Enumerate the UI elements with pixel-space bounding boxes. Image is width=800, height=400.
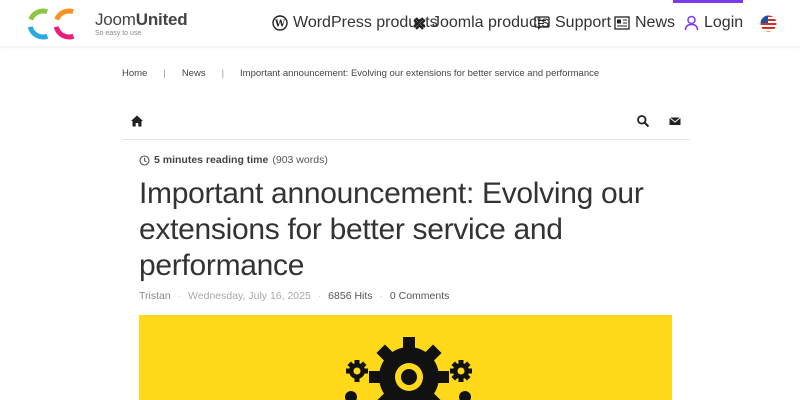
clock-icon — [139, 154, 150, 166]
chat-icon — [534, 15, 550, 30]
article-title: Important announcement: Evolving our ext… — [139, 177, 644, 282]
search-icon[interactable] — [636, 114, 650, 128]
article-hits: 6856 Hits — [328, 290, 373, 302]
meta-separator: · — [379, 290, 383, 302]
nav-joomla-products[interactable]: Joomla products — [412, 0, 549, 46]
brand-name: JoomUnited — [95, 10, 188, 29]
breadcrumb-separator: | — [163, 68, 166, 79]
nav-news[interactable]: News — [614, 0, 675, 46]
svg-text:W: W — [274, 20, 286, 30]
envelope-icon[interactable] — [668, 114, 682, 128]
site-header: JoomUnited So easy to use W WordPress pr… — [0, 0, 800, 46]
breadcrumb-separator: | — [221, 68, 225, 79]
reading-time: 5 minutes reading time (903 words) — [139, 154, 328, 166]
nav-label: Login — [704, 14, 744, 31]
wordpress-icon: W — [272, 15, 288, 31]
language-switcher[interactable] — [760, 0, 777, 46]
logo-mark-icon — [27, 8, 85, 40]
article-comments[interactable]: 0 Comments — [390, 290, 450, 302]
meta-separator: · — [177, 290, 182, 302]
newspaper-icon — [614, 16, 630, 30]
reading-time-label: 5 minutes reading time — [154, 154, 269, 166]
article-author[interactable]: Tristan — [139, 290, 171, 302]
brand-tagline: So easy to use — [95, 30, 142, 37]
article-meta: Tristan · Wednesday, July 16, 2025 · 685… — [139, 290, 449, 302]
nav-login[interactable]: Login — [684, 0, 743, 46]
featured-image — [139, 315, 672, 400]
home-icon[interactable] — [130, 114, 144, 128]
logo[interactable]: JoomUnited So easy to use — [25, 4, 200, 44]
nav-label: Joomla products — [432, 14, 550, 31]
nav-support[interactable]: Support — [534, 0, 611, 46]
gears-icon — [345, 337, 472, 400]
word-count: (903 words) — [272, 154, 328, 166]
breadcrumb-home[interactable]: Home — [122, 68, 147, 79]
us-flag-icon — [760, 15, 777, 31]
nav-label: News — [635, 14, 676, 31]
blog-toolbar — [122, 108, 690, 140]
nav-label: Support — [555, 14, 612, 31]
meta-separator: · — [317, 290, 322, 302]
article-date: Wednesday, July 16, 2025 — [188, 290, 311, 302]
breadcrumb-current: Important announcement: Evolving our ext… — [240, 68, 600, 79]
breadcrumb-news[interactable]: News — [182, 68, 206, 79]
breadcrumb: Home | News | Important announcement: Ev… — [122, 68, 599, 79]
user-icon — [684, 15, 699, 31]
joomla-icon — [413, 17, 426, 29]
